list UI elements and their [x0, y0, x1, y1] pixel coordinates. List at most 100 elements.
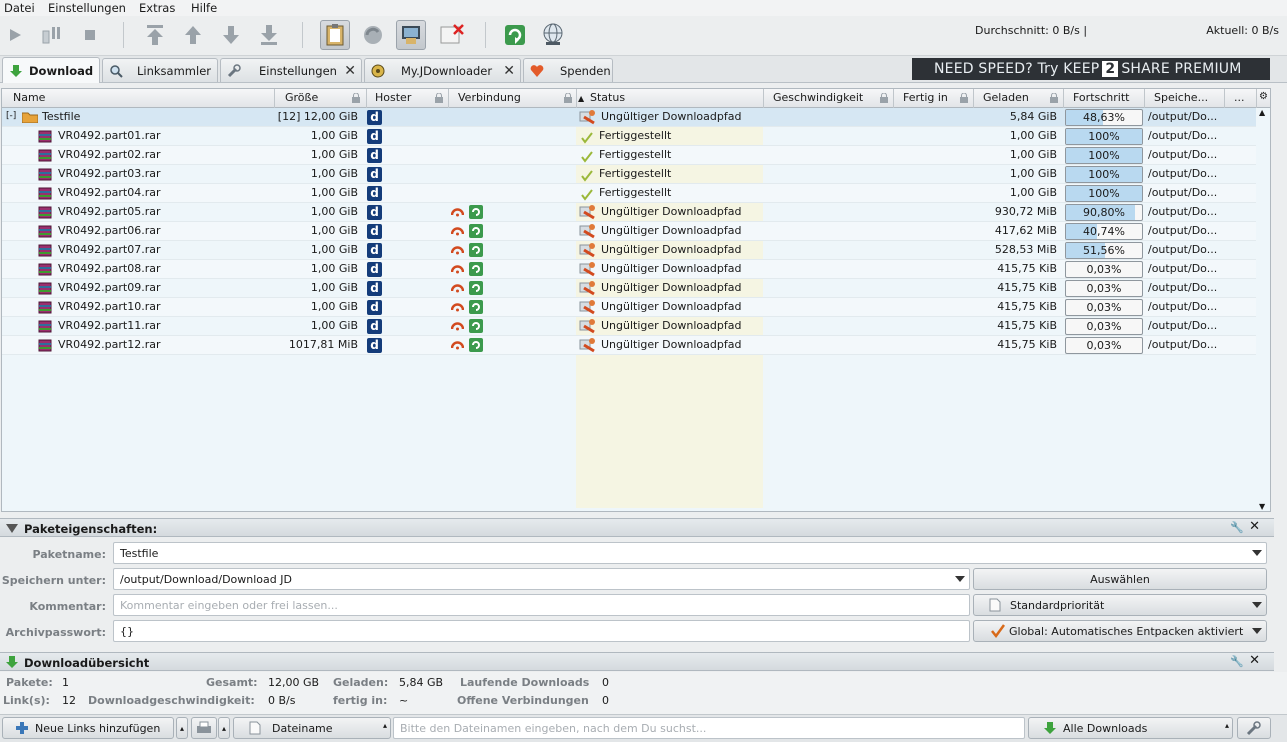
scroll-down-icon[interactable]: ▼ [1259, 502, 1265, 511]
close-tab-icon[interactable]: ✕ [344, 63, 356, 79]
package-row[interactable]: [-] Testfile [12] 12,00 GiB d Ungültiger… [2, 108, 1258, 127]
comment-field[interactable]: Kommentar eingeben oder frei lassen... [113, 594, 970, 616]
auto-extract-dropdown[interactable]: Global: Automatisches Entpacken aktivier… [973, 620, 1267, 642]
invalid-path-icon [579, 110, 595, 125]
premium-toggle-button[interactable] [436, 20, 466, 50]
archive-password-field[interactable]: {} [113, 620, 970, 642]
package-status: Ungültiger Downloadpfad [601, 110, 742, 123]
download-filter-dropdown[interactable]: Alle Downloads ▴ [1028, 717, 1233, 739]
package-properties-panel: Paketname: Testfile Speichern unter: /ou… [0, 538, 1287, 648]
stop-button[interactable] [75, 20, 105, 50]
close-panel-icon[interactable]: ✕ [1249, 653, 1260, 668]
hoster-icon: d [367, 148, 382, 163]
file-row[interactable]: VR0492.part11.rar 1,00 GiB d Ungültiger Dow… [2, 317, 1258, 336]
move-down-button[interactable] [216, 20, 246, 50]
file-save-path: /output/Do... [1148, 319, 1218, 332]
banner-number: 2 [1102, 61, 1119, 77]
file-row[interactable]: VR0492.part04.rar 1,00 GiB d Fertiggestellt… [2, 184, 1258, 203]
file-row[interactable]: VR0492.part07.rar 1,00 GiB d Ungültiger Dow… [2, 241, 1258, 260]
search-placeholder: Bitte den Dateinamen eingeben, nach dem … [400, 722, 707, 735]
file-row[interactable]: VR0492.part08.rar 1,00 GiB d Ungültiger Dow… [2, 260, 1258, 279]
close-tab-icon[interactable]: ✕ [503, 63, 515, 79]
close-panel-icon[interactable]: ✕ [1249, 519, 1260, 534]
start-button[interactable] [0, 20, 30, 50]
file-row[interactable]: VR0492.part12.rar 1017,81 MiB d Ungültiger … [2, 336, 1258, 355]
col-connection[interactable]: Verbindung [458, 91, 521, 104]
pause-button[interactable] [36, 20, 66, 50]
priority-dropdown[interactable]: Standardpriorität [973, 594, 1267, 616]
menu-extras[interactable]: Extras [139, 1, 175, 15]
menu-hilfe[interactable]: Hilfe [191, 1, 217, 15]
scroll-up-icon[interactable]: ▲ [1259, 108, 1265, 117]
update-button[interactable] [500, 20, 530, 50]
file-row[interactable]: VR0492.part05.rar 1,00 GiB d Ungültiger Dow… [2, 203, 1258, 222]
file-row[interactable]: VR0492.part10.rar 1,00 GiB d Ungültiger Dow… [2, 298, 1258, 317]
clipboard-observer-button[interactable] [320, 20, 350, 50]
lock-icon [564, 93, 572, 103]
invalid-path-icon [579, 205, 595, 220]
move-bottom-button[interactable] [254, 20, 284, 50]
archive-file-icon [38, 130, 52, 143]
reconnect-button[interactable] [358, 20, 388, 50]
package-name-field[interactable]: Testfile [113, 542, 1267, 564]
tab-download[interactable]: Download [2, 57, 100, 83]
col-loaded[interactable]: Geladen [983, 91, 1029, 104]
add-links-menu-button[interactable]: ▴ [176, 717, 188, 739]
col-status[interactable]: Status [590, 91, 625, 104]
col-progress[interactable]: Fortschritt [1073, 91, 1129, 104]
col-save[interactable]: Speiche... [1154, 91, 1208, 104]
collapse-triangle-icon[interactable] [6, 524, 18, 534]
advertising-banner[interactable]: NEED SPEED? Try KEEP 2 SHARE PREMIUM [912, 58, 1270, 80]
download-overview-title: Downloadübersicht [24, 656, 150, 670]
col-name[interactable]: Name [13, 91, 45, 104]
vertical-scrollbar[interactable]: ▲ ▼ [1256, 108, 1270, 511]
printer-menu-button[interactable]: ▴ [218, 717, 230, 739]
hoster-icon: d [367, 205, 382, 220]
check-icon [581, 151, 593, 163]
file-row[interactable]: VR0492.part06.rar 1,00 GiB d Ungültiger Dow… [2, 222, 1258, 241]
file-size: 1,00 GiB [310, 262, 358, 275]
panel-settings-icon[interactable]: 🔧 [1230, 521, 1244, 534]
auto-reconnect-button[interactable] [396, 20, 426, 50]
menu-datei[interactable]: Datei [4, 1, 35, 15]
save-path-field[interactable]: /output/Download/Download JD [113, 568, 970, 590]
file-name: VR0492.part07.rar [58, 243, 161, 256]
file-row[interactable]: VR0492.part09.rar 1,00 GiB d Ungültiger Dow… [2, 279, 1258, 298]
chevron-down-icon[interactable] [955, 576, 965, 582]
col-more[interactable]: ... [1234, 91, 1245, 104]
search-input[interactable]: Bitte den Dateinamen eingeben, nach dem … [393, 717, 1025, 739]
col-size[interactable]: Größe [285, 91, 318, 104]
col-speed[interactable]: Geschwindigkeit [773, 91, 863, 104]
quick-settings-button[interactable] [1237, 717, 1271, 739]
file-row[interactable]: VR0492.part02.rar 1,00 GiB d Fertiggestellt… [2, 146, 1258, 165]
hoster-icon: d [367, 167, 382, 182]
move-up-button[interactable] [178, 20, 208, 50]
menu-einstellungen[interactable]: Einstellungen [48, 1, 126, 15]
file-loaded: 930,72 MiB [994, 205, 1057, 218]
chevron-down-icon[interactable] [1252, 550, 1262, 556]
move-top-button[interactable] [140, 20, 170, 50]
save-to-label: Speichern unter: [1, 574, 106, 587]
column-settings-icon[interactable]: ⚙ [1259, 91, 1268, 102]
chevron-up-icon: ▴ [1224, 721, 1229, 730]
printer-button[interactable] [191, 717, 217, 739]
tab-spenden-label: Spenden [560, 63, 611, 78]
search-field-selector[interactable]: Dateiname ▴ [233, 717, 391, 739]
package-save-path: /output/Do... [1148, 110, 1218, 123]
col-eta[interactable]: Fertig in [903, 91, 948, 104]
file-row[interactable]: VR0492.part01.rar 1,00 GiB d Fertiggestellt… [2, 127, 1258, 146]
tab-linksammler[interactable]: Linksammler [102, 58, 218, 82]
panel-settings-icon[interactable]: 🔧 [1230, 655, 1244, 668]
tab-spenden[interactable]: Spenden [523, 58, 613, 82]
collapse-icon[interactable]: [-] [6, 111, 16, 121]
file-row[interactable]: VR0492.part03.rar 1,00 GiB d Fertiggestellt… [2, 165, 1258, 184]
col-hoster[interactable]: Hoster [375, 91, 411, 104]
tab-myjdownloader[interactable]: My.JDownloader ✕ [364, 58, 521, 82]
choose-folder-button[interactable]: Auswählen [973, 568, 1267, 590]
speed-value: 0 B/s [268, 694, 296, 707]
tab-einstellungen[interactable]: Einstellungen ✕ [220, 58, 362, 82]
add-links-button[interactable]: Neue Links hinzufügen [2, 717, 174, 739]
premium-zone-button[interactable] [538, 20, 568, 50]
file-loaded: 417,62 MiB [994, 224, 1057, 237]
progress-text: 51,56% [1083, 244, 1125, 257]
